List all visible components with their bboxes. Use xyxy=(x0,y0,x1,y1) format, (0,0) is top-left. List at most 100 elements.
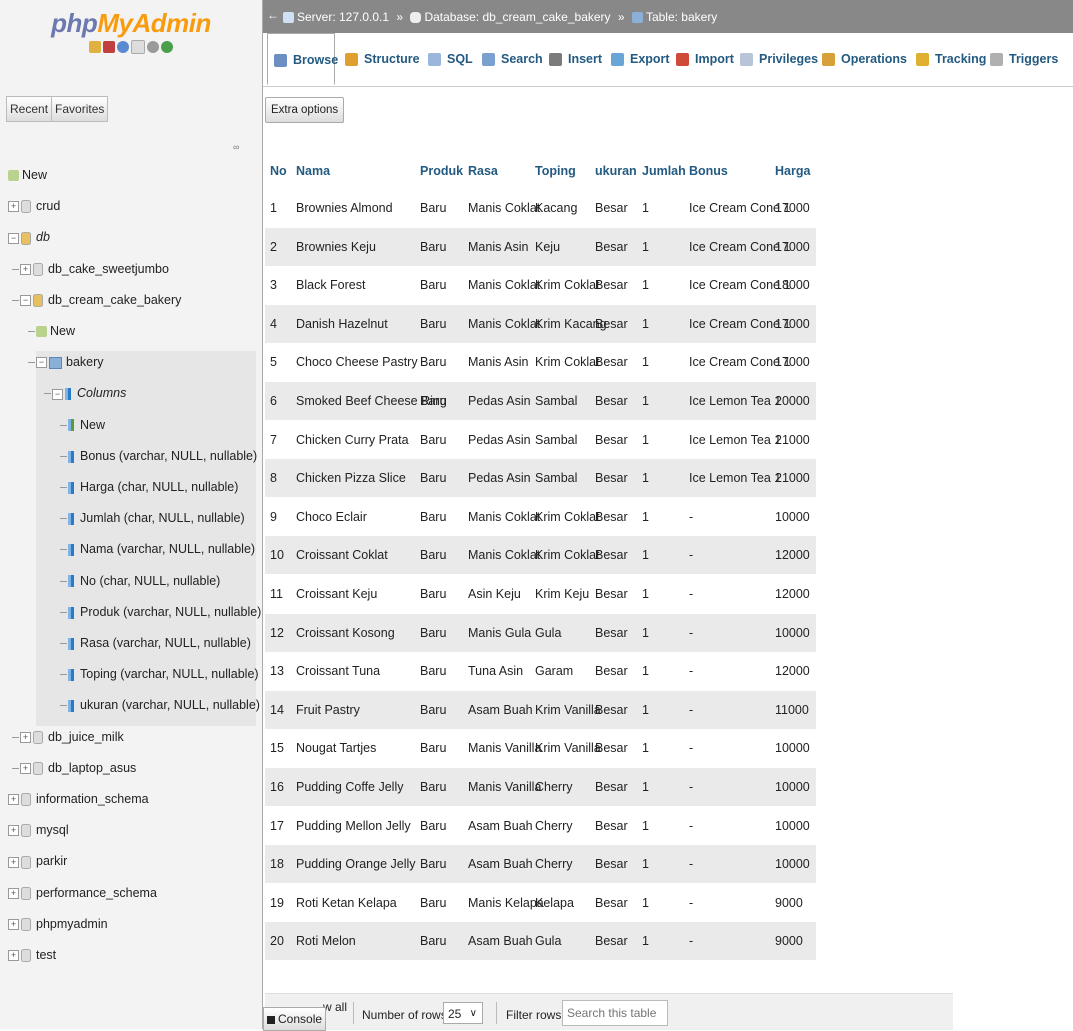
number-of-rows-select[interactable]: 25 ∨ xyxy=(443,1002,483,1024)
tree-item-no-char-null-nullable[interactable]: No (char, NULL, nullable) xyxy=(68,570,220,592)
table-row[interactable]: 17 Pudding Mellon Jelly Baru Asam Buah Cherr… xyxy=(265,806,816,845)
tree-item-phpmyadmin[interactable]: + phpmyadmin xyxy=(8,913,108,935)
filter-rows-input[interactable] xyxy=(562,1000,668,1026)
tree-item-nama-varchar-null-nullable[interactable]: Nama (varchar, NULL, nullable) xyxy=(68,538,255,560)
table-row[interactable]: 9 Choco Eclair Baru Manis Coklat Krim Coklat… xyxy=(265,497,816,536)
tree-item-ukuran-varchar-null-nullable[interactable]: ukuran (varchar, NULL, nullable) xyxy=(68,694,260,716)
column-header-rasa[interactable]: Rasa xyxy=(468,150,498,188)
reload-icon[interactable] xyxy=(161,41,173,53)
tab-operations[interactable]: Operations xyxy=(816,33,907,85)
tree-item-new[interactable]: New xyxy=(8,164,47,186)
column-header-produk[interactable]: Produk xyxy=(420,150,463,188)
table-row[interactable]: 14 Fruit Pastry Baru Asam Buah Krim Vanilla B… xyxy=(265,690,816,729)
table-row[interactable]: 12 Croissant Kosong Baru Manis Gula Gula Besa… xyxy=(265,613,816,652)
extra-options-button[interactable]: Extra options xyxy=(265,97,345,123)
expand-icon[interactable]: + xyxy=(20,731,31,743)
expand-icon[interactable]: + xyxy=(8,794,19,806)
table-row[interactable]: 16 Pudding Coffe Jelly Baru Manis Vanilla Ch… xyxy=(265,768,816,806)
table-row[interactable]: 1 Brownies Almond Baru Manis Coklat Kacang Be… xyxy=(265,189,816,227)
table-row[interactable]: 7 Chicken Curry Prata Baru Pedas Asin Sambal… xyxy=(265,420,816,459)
tab-import[interactable]: Import xyxy=(670,33,734,85)
tree-item-mysql[interactable]: + mysql xyxy=(8,819,69,841)
tree-item-parkir[interactable]: + parkir xyxy=(8,850,67,872)
show-all-button[interactable]: w all xyxy=(323,1000,347,1014)
breadcrumb-database[interactable]: Database: db_cream_cake_bakery xyxy=(424,10,610,24)
settings-icon[interactable] xyxy=(147,41,159,53)
table-row[interactable]: 18 Pudding Orange Jelly Baru Asam Buah Cherr… xyxy=(265,845,816,884)
expand-icon[interactable]: + xyxy=(8,950,19,962)
breadcrumb-table[interactable]: Table: bakery xyxy=(646,10,717,24)
tree-item-db-laptop-asus[interactable]: + db_laptop_asus xyxy=(20,757,136,779)
breadcrumb-server[interactable]: Server: 127.0.0.1 xyxy=(297,10,389,24)
expand-icon[interactable]: + xyxy=(20,763,31,774)
recent-tab[interactable]: Recent xyxy=(6,96,53,122)
table-row[interactable]: 10 Croissant Coklat Baru Manis Coklat Krim C… xyxy=(265,536,816,575)
tab-browse[interactable]: Browse xyxy=(267,33,338,85)
column-header-toping[interactable]: Toping xyxy=(535,150,576,188)
collapse-arrow-icon[interactable]: ← xyxy=(267,8,279,22)
table-row[interactable]: 6 Smoked Beef Cheese Ring Baru Pedas Asin Sa… xyxy=(265,382,816,420)
console-button[interactable]: Console xyxy=(263,1007,327,1031)
column-header-no[interactable]: No xyxy=(270,150,287,188)
column-header-jumlah[interactable]: Jumlah xyxy=(642,150,686,188)
tree-item-bonus-varchar-null-nullable[interactable]: Bonus (varchar, NULL, nullable) xyxy=(68,445,257,467)
cell-rasa: Asin Keju xyxy=(468,587,521,601)
tree-item-harga-char-null-nullable[interactable]: Harga (char, NULL, nullable) xyxy=(68,476,238,498)
tab-search[interactable]: Search xyxy=(476,33,543,85)
tree-item-new[interactable]: New xyxy=(36,320,75,342)
table-row[interactable]: 4 Danish Hazelnut Baru Manis Coklat Krim Kac… xyxy=(265,304,816,343)
logout-icon[interactable] xyxy=(103,41,115,53)
home-icon[interactable] xyxy=(89,41,101,53)
collapse-icon[interactable]: − xyxy=(20,295,31,306)
table-row[interactable]: 20 Roti Melon Baru Asam Buah Gula Besar 1 - 9000 xyxy=(265,922,816,961)
table-row[interactable]: 11 Croissant Keju Baru Asin Keju Krim Keju Be… xyxy=(265,575,816,613)
column-header-ukuran[interactable]: ukuran xyxy=(595,150,637,188)
tree-item-performance-schema[interactable]: + performance_schema xyxy=(8,882,157,904)
table-row[interactable]: 8 Chicken Pizza Slice Baru Pedas Asin Sambal… xyxy=(265,459,816,498)
collapse-icon[interactable]: − xyxy=(8,232,19,244)
tree-item-produk-varchar-null-nullable[interactable]: Produk (varchar, NULL, nullable) xyxy=(68,601,261,623)
tree-item-columns[interactable]: − Columns xyxy=(52,382,126,404)
favorites-tab[interactable]: Favorites xyxy=(51,96,109,122)
tree-item-test[interactable]: + test xyxy=(8,944,56,966)
tree-item-db[interactable]: − db xyxy=(8,226,50,248)
tab-privileges[interactable]: Privileges xyxy=(734,33,818,85)
collapse-icon[interactable]: − xyxy=(36,357,47,369)
tab-sql[interactable]: SQL xyxy=(422,33,473,85)
tab-tracking[interactable]: Tracking xyxy=(910,33,986,85)
table-row[interactable]: 13 Croissant Tuna Baru Tuna Asin Garam Besar 1… xyxy=(265,652,816,691)
tree-item-bakery[interactable]: − bakery xyxy=(36,351,104,373)
expand-icon[interactable]: + xyxy=(8,856,19,868)
phpmyadmin-logo[interactable]: phpMyAdmin xyxy=(0,8,262,39)
tree-item-toping-varchar-null-nullable[interactable]: Toping (varchar, NULL, nullable) xyxy=(68,663,259,685)
table-row[interactable]: 19 Roti Ketan Kelapa Baru Manis Kelapa Kelap… xyxy=(265,883,816,922)
tree-item-information-schema[interactable]: + information_schema xyxy=(8,788,149,810)
help-icon[interactable] xyxy=(117,41,129,53)
table-row[interactable]: 3 Black Forest Baru Manis Coklat Krim Coklat… xyxy=(265,266,816,305)
expand-icon[interactable]: + xyxy=(8,201,19,213)
docs-icon[interactable] xyxy=(131,40,145,54)
tree-item-db-cream-cake-bakery[interactable]: − db_cream_cake_bakery xyxy=(20,289,181,311)
tree-item-jumlah-char-null-nullable[interactable]: Jumlah (char, NULL, nullable) xyxy=(68,507,245,529)
tree-item-crud[interactable]: + crud xyxy=(8,195,60,217)
tree-item-new[interactable]: New xyxy=(68,414,105,436)
table-row[interactable]: 15 Nougat Tartjes Baru Manis Vanilla Krim Va… xyxy=(265,729,816,768)
column-header-nama[interactable]: Nama xyxy=(296,150,330,188)
expand-icon[interactable]: + xyxy=(8,919,19,930)
column-header-harga[interactable]: Harga xyxy=(775,150,810,188)
tree-item-db-juice-milk[interactable]: + db_juice_milk xyxy=(20,726,124,748)
expand-icon[interactable]: + xyxy=(8,887,19,899)
tree-item-db-cake-sweetjumbo[interactable]: + db_cake_sweetjumbo xyxy=(20,258,169,280)
table-row[interactable]: 5 Choco Cheese Pastry Baru Manis Asin Krim C… xyxy=(265,343,816,382)
collapse-icon[interactable]: − xyxy=(52,388,63,400)
column-header-bonus[interactable]: Bonus xyxy=(689,150,728,188)
table-row[interactable]: 2 Brownies Keju Baru Manis Asin Keju Besar 1 Ic… xyxy=(265,227,816,266)
tab-insert[interactable]: Insert xyxy=(543,33,602,85)
expand-icon[interactable]: + xyxy=(8,825,19,837)
tab-export[interactable]: Export xyxy=(605,33,670,85)
expand-icon[interactable]: + xyxy=(20,263,31,275)
tree-item-rasa-varchar-null-nullable[interactable]: Rasa (varchar, NULL, nullable) xyxy=(68,632,251,654)
tab-structure[interactable]: Structure xyxy=(339,33,420,85)
link-with-main-panel-icon[interactable]: ∞ xyxy=(233,142,239,152)
tab-triggers[interactable]: Triggers xyxy=(984,33,1058,85)
